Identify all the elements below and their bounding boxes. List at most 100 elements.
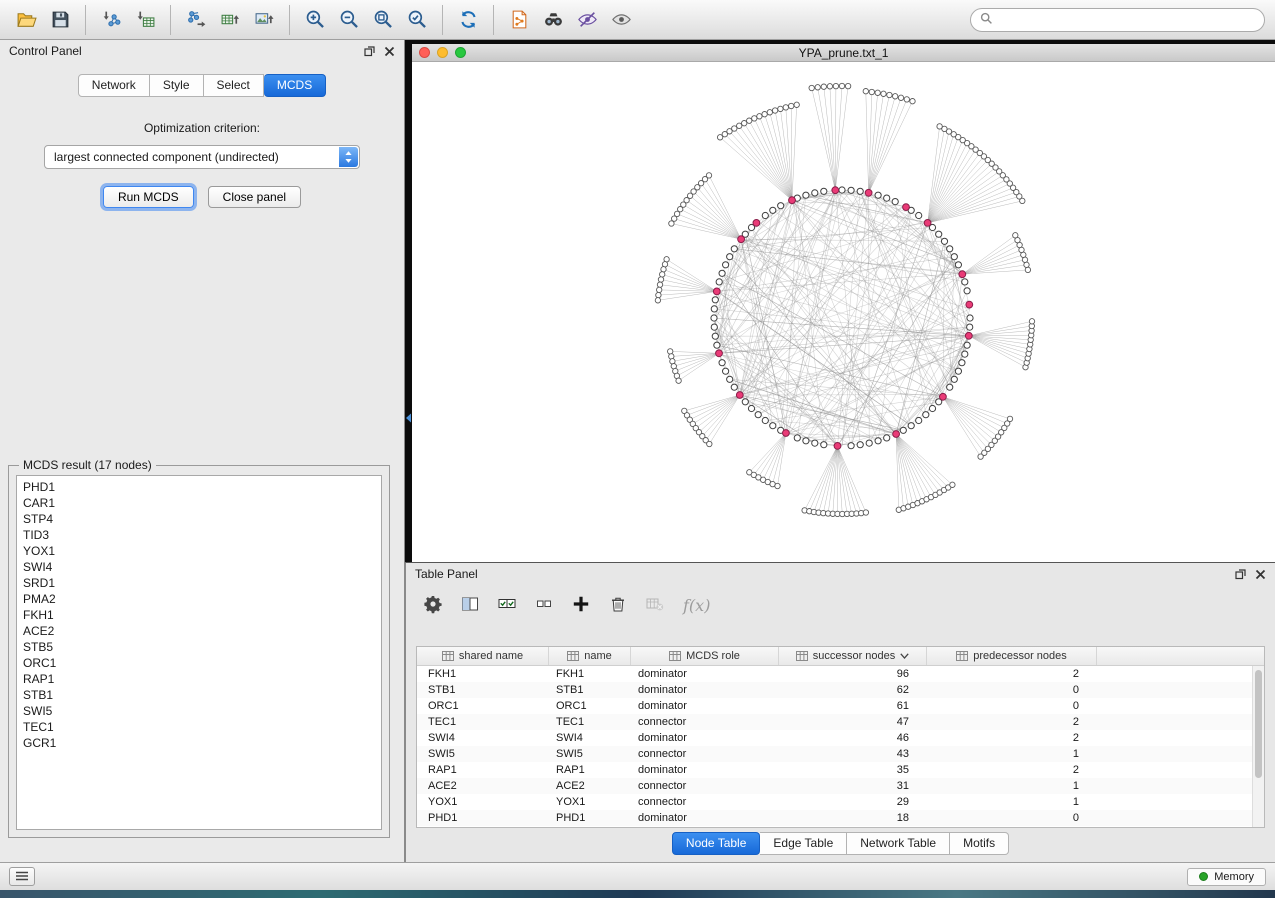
main-toolbar [0,0,1275,40]
status-menu-button[interactable] [9,867,35,886]
control-panel-title: Control Panel [9,44,82,58]
table-row[interactable]: YOX1YOX1connector291 [417,794,1252,810]
table-row[interactable]: RAP1RAP1dominator352 [417,762,1252,778]
delete-table-icon [645,594,665,617]
mcds-result-item[interactable]: RAP1 [23,671,381,687]
cell-MCDS-role: dominator [631,810,779,826]
search-network-icon [543,9,564,30]
mcds-result-item[interactable]: PMA2 [23,591,381,607]
splitter-collapse-icon[interactable] [405,412,412,422]
criterion-select[interactable]: largest connected component (undirected) [44,145,360,169]
mcds-result-item[interactable]: STB5 [23,639,381,655]
mcds-result-item[interactable]: ACE2 [23,623,381,639]
mcds-result-item[interactable]: CAR1 [23,495,381,511]
window-close-icon[interactable] [419,47,430,58]
control-panel: Control Panel NetworkStyleSelectMCDS Opt… [0,40,405,862]
export-network-button[interactable] [180,5,212,35]
import-network-button[interactable] [95,5,127,35]
close-panel-button[interactable]: Close panel [208,186,301,208]
tab-mcds[interactable]: MCDS [264,74,326,97]
table-settings-button[interactable] [420,592,446,618]
column-header-successor-nodes[interactable]: successor nodes [779,647,927,665]
tab-network-table[interactable]: Network Table [847,832,950,855]
tab-select[interactable]: Select [204,74,264,97]
cell-name: ACE2 [549,778,631,794]
open-folder-button[interactable] [10,5,42,35]
select-all-button[interactable] [494,592,520,618]
table-row[interactable]: SWI4SWI4dominator462 [417,730,1252,746]
show-hide-icon [611,9,632,30]
float-table-panel-icon[interactable] [1235,569,1246,580]
zoom-out-button[interactable] [333,5,365,35]
table-grid-icon [956,651,968,661]
table-row[interactable]: STB1STB1dominator620 [417,682,1252,698]
mcds-result-item[interactable]: ORC1 [23,655,381,671]
table-row[interactable]: PHD1PHD1dominator180 [417,810,1252,826]
window-minimize-icon[interactable] [437,47,448,58]
tab-motifs[interactable]: Motifs [950,832,1009,855]
tab-node-table[interactable]: Node Table [672,832,761,855]
table-row[interactable]: ORC1ORC1dominator610 [417,698,1252,714]
import-table-button[interactable] [129,5,161,35]
save-button[interactable] [44,5,76,35]
column-header-name[interactable]: name [549,647,631,665]
show-hide-button[interactable] [605,5,637,35]
search-network-button[interactable] [537,5,569,35]
table-row[interactable]: SWI5SWI5connector431 [417,746,1252,762]
add-row-button[interactable] [568,592,594,618]
column-header-predecessor-nodes[interactable]: predecessor nodes [927,647,1097,665]
network-canvas[interactable] [412,62,1275,562]
scrollbar-thumb[interactable] [1255,670,1262,778]
function-builder-button[interactable]: f(x) [683,596,710,615]
table-scrollbar[interactable] [1252,666,1264,827]
export-image-button[interactable] [248,5,280,35]
column-header-shared-name[interactable]: shared name [417,647,549,665]
delete-row-button[interactable] [605,592,631,618]
refresh-button[interactable] [452,5,484,35]
show-columns-button[interactable] [457,592,483,618]
column-header-MCDS-role[interactable]: MCDS role [631,647,779,665]
cell-MCDS-role: connector [631,794,779,810]
table-row[interactable]: ACE2ACE2connector311 [417,778,1252,794]
mcds-result-item[interactable]: GCR1 [23,735,381,751]
table-row[interactable]: TEC1TEC1connector472 [417,714,1252,730]
toolbar-separator [289,5,290,35]
zoom-in-icon [305,9,326,30]
memory-button[interactable]: Memory [1187,868,1266,886]
table-row[interactable]: FKH1FKH1dominator962 [417,666,1252,682]
close-table-panel-icon[interactable] [1255,569,1266,580]
zoom-fit-button[interactable] [367,5,399,35]
mcds-result-item[interactable]: STP4 [23,511,381,527]
mcds-result-item[interactable]: TEC1 [23,719,381,735]
trash-icon [608,594,628,617]
tab-network[interactable]: Network [78,74,150,97]
window-maximize-icon[interactable] [455,47,466,58]
cell-name: YOX1 [549,794,631,810]
mcds-result-item[interactable]: SRD1 [23,575,381,591]
toggle-graphics-button[interactable] [571,5,603,35]
mcds-result-item[interactable]: SWI4 [23,559,381,575]
share-document-button[interactable] [503,5,535,35]
mcds-result-item[interactable]: SWI5 [23,703,381,719]
mcds-result-item[interactable]: PHD1 [23,479,381,495]
mcds-result-item[interactable]: STB1 [23,687,381,703]
zoom-selected-button[interactable] [401,5,433,35]
table-grid-icon [796,651,808,661]
delete-table-button[interactable] [642,592,668,618]
float-panel-icon[interactable] [364,46,375,57]
run-mcds-button[interactable]: Run MCDS [103,186,194,208]
tab-edge-table[interactable]: Edge Table [760,832,847,855]
toolbar-separator [442,5,443,35]
cell-name: PHD1 [549,810,631,826]
mcds-result-item[interactable]: YOX1 [23,543,381,559]
export-table-button[interactable] [214,5,246,35]
deselect-all-button[interactable] [531,592,557,618]
tab-style[interactable]: Style [150,74,204,97]
close-panel-icon[interactable] [384,46,395,57]
zoom-in-button[interactable] [299,5,331,35]
search-input[interactable] [998,13,1255,27]
mcds-result-item[interactable]: FKH1 [23,607,381,623]
mcds-result-item[interactable]: TID3 [23,527,381,543]
network-graph[interactable] [412,62,1275,562]
zoom-selected-icon [407,9,428,30]
